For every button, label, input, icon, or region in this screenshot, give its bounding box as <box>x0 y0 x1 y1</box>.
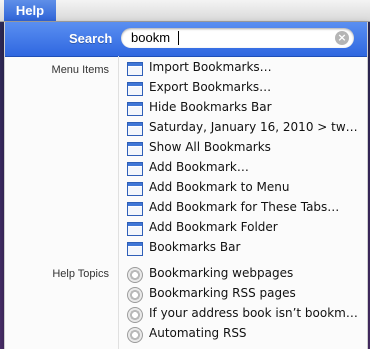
menu-item-result[interactable]: Hide Bookmarks Bar <box>123 98 367 118</box>
help-topic-result[interactable]: If your address book isn’t bookm… <box>123 304 367 324</box>
menu-item-label: Import Bookmarks… <box>149 60 272 74</box>
help-topic-result[interactable]: Bookmarking webpages <box>123 264 367 284</box>
help-search-panel: Search bookm × Menu Items Help Topics Im… <box>4 22 368 349</box>
help-menu[interactable]: Help <box>4 0 56 21</box>
help-topic-icon <box>127 267 143 283</box>
menu-item-label: Add Bookmark to Menu <box>149 180 290 194</box>
menu-item-result[interactable]: Bookmarks Bar <box>123 238 367 258</box>
menu-item-result[interactable]: Saturday, January 16, 2010 > tw… <box>123 118 367 138</box>
help-topic-icon <box>127 307 143 323</box>
menu-items-heading: Menu Items <box>51 64 109 76</box>
menu-item-label: Hide Bookmarks Bar <box>149 100 272 114</box>
help-topics-heading: Help Topics <box>52 268 109 280</box>
search-input-text[interactable]: bookm <box>131 30 170 45</box>
menu-item-label: Add Bookmark Folder <box>149 220 278 234</box>
search-input[interactable]: bookm × <box>121 28 354 48</box>
help-topic-label: Automating RSS <box>149 326 247 340</box>
menu-item-result[interactable]: Show All Bookmarks <box>123 138 367 158</box>
menu-item-result[interactable]: Add Bookmark for These Tabs… <box>123 198 367 218</box>
window-menu-icon <box>127 241 143 260</box>
menu-item-label: Export Bookmarks… <box>149 80 272 94</box>
menu-item-label: Add Bookmark… <box>149 160 249 174</box>
menu-item-result[interactable]: Import Bookmarks… <box>123 58 367 78</box>
menu-item-label: Saturday, January 16, 2010 > tw… <box>149 120 358 134</box>
help-topic-icon <box>127 287 143 303</box>
clear-search-icon[interactable]: × <box>335 31 349 45</box>
menu-item-result[interactable]: Export Bookmarks… <box>123 78 367 98</box>
help-topic-label: Bookmarking RSS pages <box>149 286 296 300</box>
help-topic-result[interactable]: Automating RSS <box>123 324 367 344</box>
menu-item-label: Bookmarks Bar <box>149 240 241 254</box>
search-label: Search <box>69 31 113 46</box>
column-divider <box>118 56 119 349</box>
menu-item-result[interactable]: Add Bookmark to Menu <box>123 178 367 198</box>
menu-item-result[interactable]: Add Bookmark Folder <box>123 218 367 238</box>
menu-item-result[interactable]: Add Bookmark… <box>123 158 367 178</box>
search-bar: Search bookm × <box>5 22 367 57</box>
help-topic-label: Bookmarking webpages <box>149 266 294 280</box>
help-topic-result[interactable]: Bookmarking RSS pages <box>123 284 367 304</box>
help-topic-icon <box>127 327 143 343</box>
menu-item-label: Show All Bookmarks <box>149 140 271 154</box>
menu-item-label: Add Bookmark for These Tabs… <box>149 200 340 214</box>
text-caret <box>178 31 179 45</box>
menubar: Help <box>0 0 370 22</box>
help-topic-label: If your address book isn’t bookm… <box>149 306 358 320</box>
